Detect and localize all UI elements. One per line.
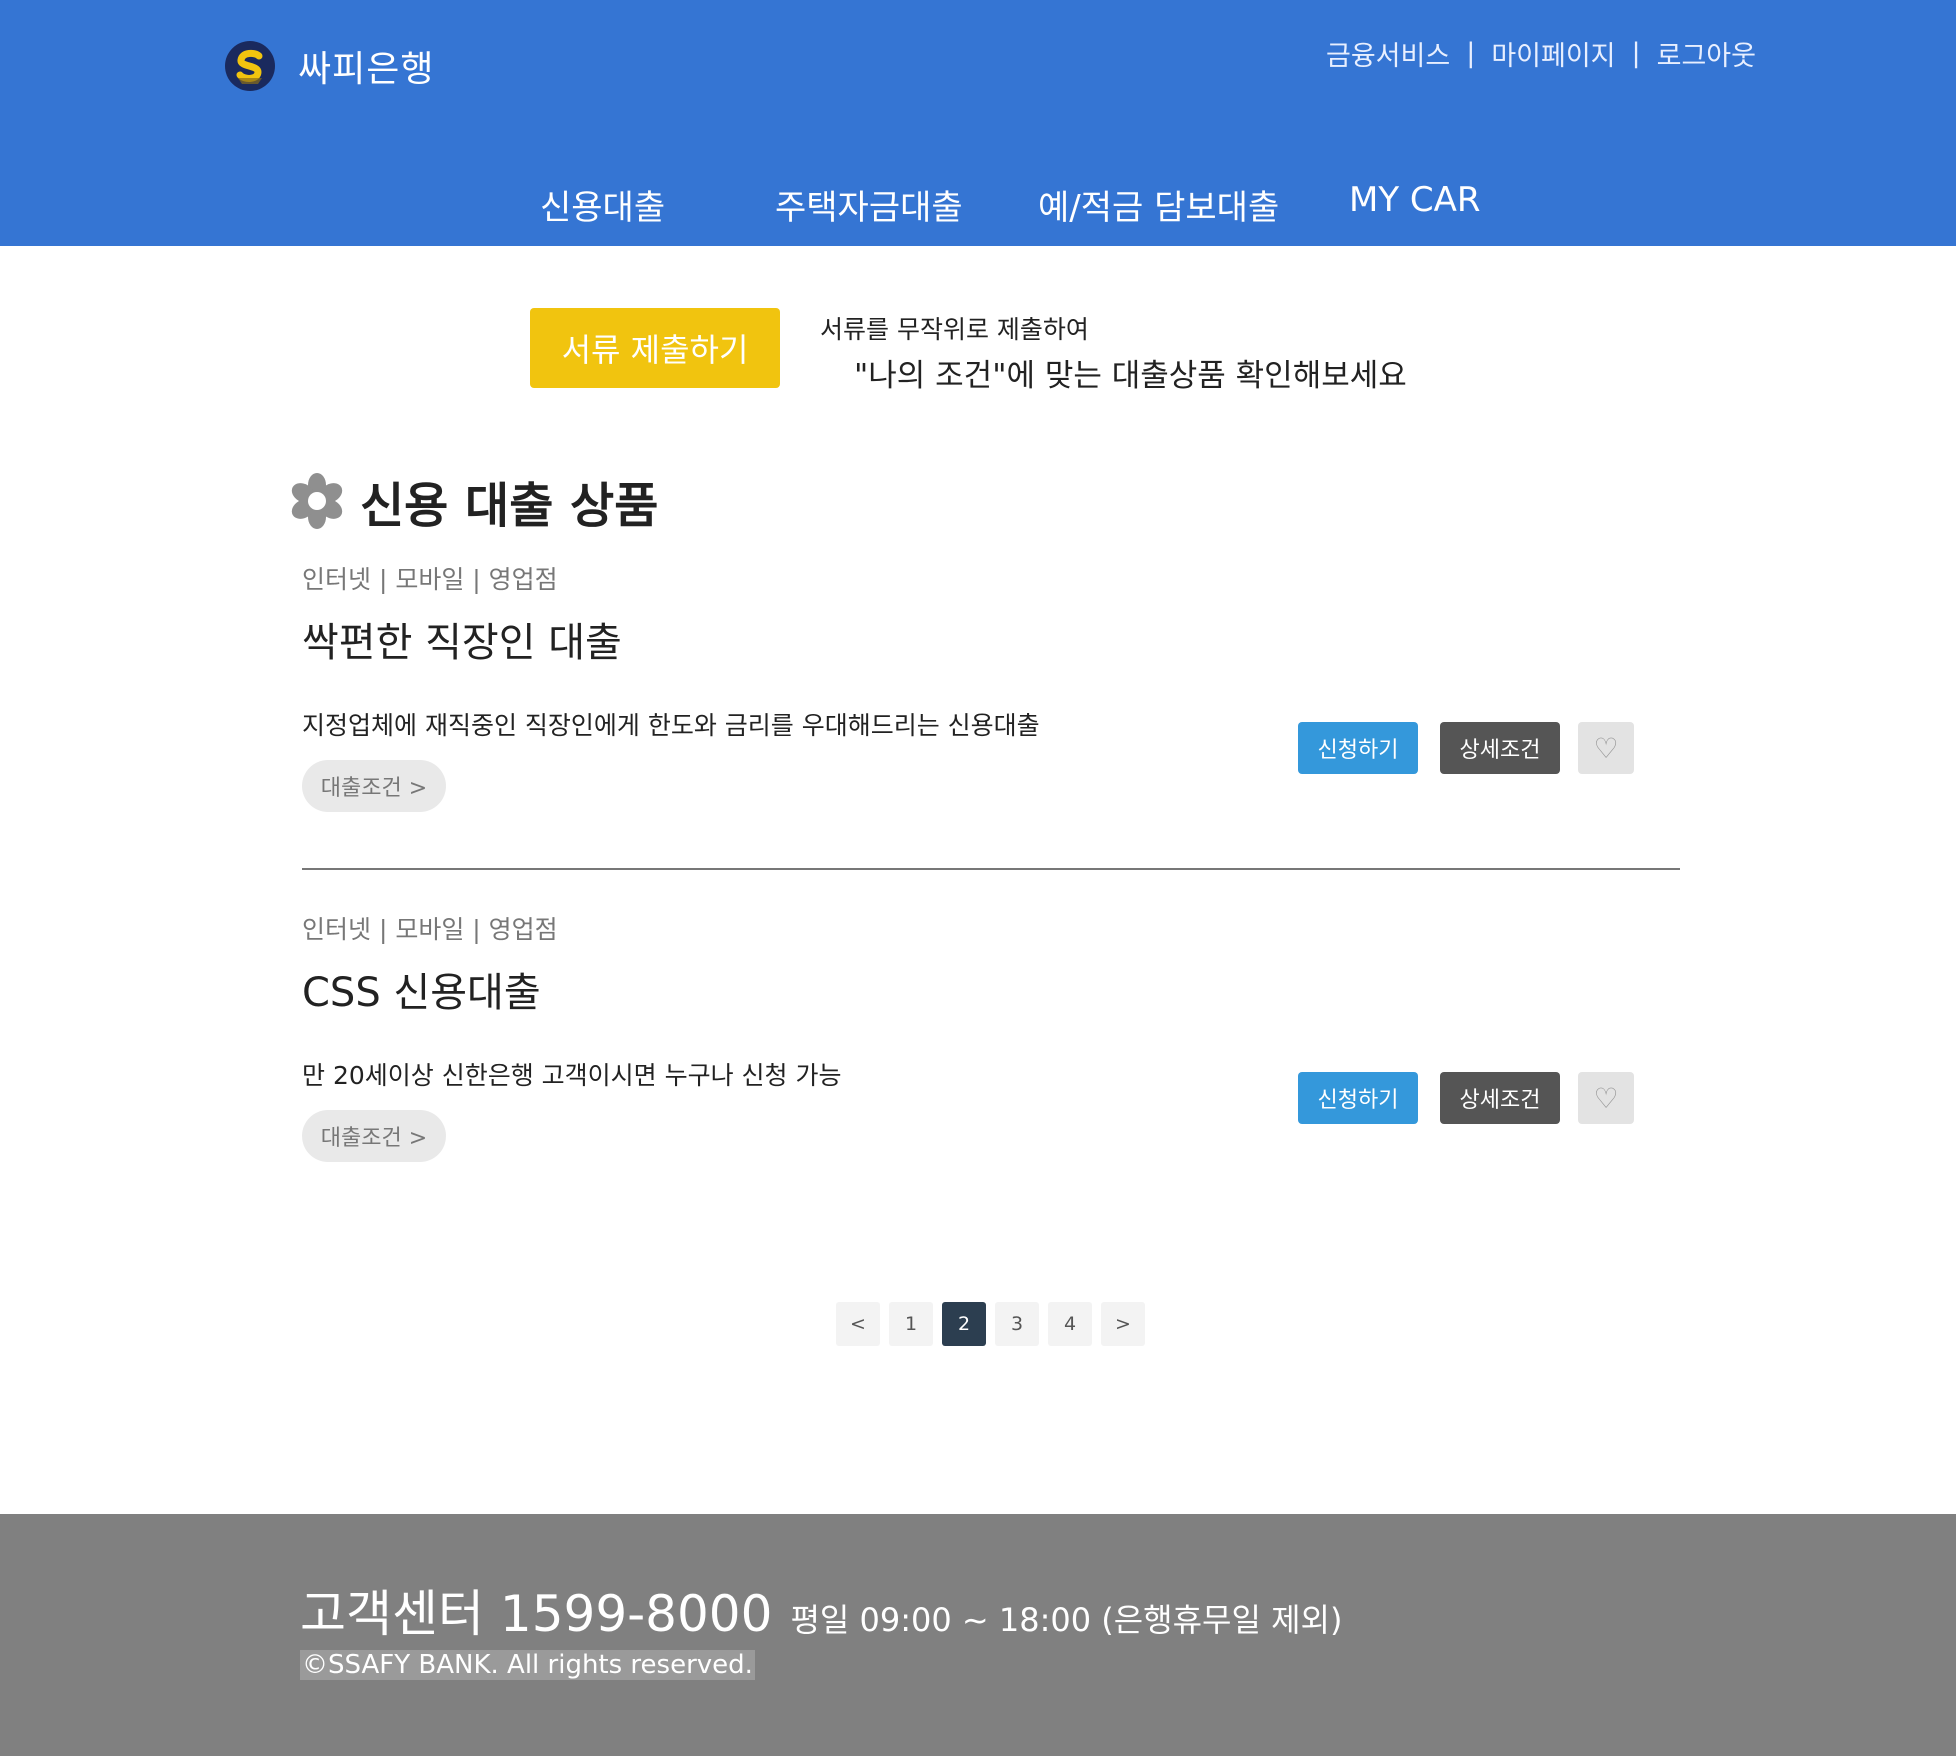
nav-item-deposit-secured-loan[interactable]: 예/적금 담보대출 <box>1038 180 1279 229</box>
product-name: CSS 신용대출 <box>302 970 541 1016</box>
util-link-mypage[interactable]: 마이페이지 <box>1491 34 1615 73</box>
utility-nav: 금융서비스 | 마이페이지 | 로그아웃 <box>1326 34 1756 73</box>
page-button-1[interactable]: 1 <box>889 1302 933 1346</box>
next-page-button[interactable]: > <box>1101 1302 1145 1346</box>
product-card: 인터넷 | 모바일 | 영업점 CSS 신용대출 만 20세이상 신한은행 고객… <box>302 910 1682 1180</box>
ssafy-bank-logo-icon <box>225 41 275 91</box>
brand-name: 싸피은행 <box>298 49 435 90</box>
heart-icon[interactable]: ♡ <box>1578 1072 1634 1124</box>
site-footer: 고객센터 1599-8000 평일 09:00 ~ 18:00 (은행휴무일 제… <box>0 1514 1956 1756</box>
copyright-text: ©SSAFY BANK. All rights reserved. <box>300 1650 755 1680</box>
util-separator: | <box>1631 38 1641 69</box>
product-description: 만 20세이상 신한은행 고객이시면 누구나 신청 가능 <box>302 1061 842 1090</box>
brand-logo[interactable]: 싸피은행 <box>224 40 434 92</box>
main-nav: 신용대출 주택자금대출 예/적금 담보대출 MY CAR <box>0 180 1956 230</box>
customer-center-hours: 평일 09:00 ~ 18:00 (은행휴무일 제외) <box>790 1601 1343 1639</box>
product-divider <box>302 868 1680 870</box>
util-separator: | <box>1466 38 1476 69</box>
nav-item-my-car[interactable]: MY CAR <box>1349 180 1481 220</box>
site-header: 싸피은행 금융서비스 | 마이페이지 | 로그아웃 신용대출 주택자금대출 예/… <box>0 0 1956 246</box>
nav-item-housing-loan[interactable]: 주택자금대출 <box>775 180 963 229</box>
page-button-4[interactable]: 4 <box>1048 1302 1092 1346</box>
product-channels: 인터넷 | 모바일 | 영업점 <box>302 915 558 944</box>
product-card: 인터넷 | 모바일 | 영업점 싹편한 직장인 대출 지정업체에 재직중인 직장… <box>302 560 1682 830</box>
detail-conditions-button[interactable]: 상세조건 <box>1440 1072 1560 1124</box>
product-name: 싹편한 직장인 대출 <box>302 620 622 666</box>
heart-icon[interactable]: ♡ <box>1578 722 1634 774</box>
loan-conditions-button[interactable]: 대출조건 > <box>302 1110 446 1162</box>
section-title-text: 신용 대출 상품 <box>360 478 659 534</box>
page-button-3[interactable]: 3 <box>995 1302 1039 1346</box>
flower-icon <box>291 473 343 529</box>
pagination: < 1 2 3 4 > <box>836 1302 1154 1346</box>
apply-button[interactable]: 신청하기 <box>1298 1072 1418 1124</box>
loan-conditions-button[interactable]: 대출조건 > <box>302 760 446 812</box>
util-link-financial-services[interactable]: 금융서비스 <box>1326 34 1450 73</box>
nav-item-credit-loan[interactable]: 신용대출 <box>540 180 665 229</box>
util-link-logout[interactable]: 로그아웃 <box>1657 34 1756 73</box>
promo-text-line2: "나의 조건"에 맞는 대출상품 확인해보세요 <box>854 358 1407 394</box>
customer-center-phone: 고객센터 1599-8000 <box>300 1585 773 1643</box>
apply-button[interactable]: 신청하기 <box>1298 722 1418 774</box>
prev-page-button[interactable]: < <box>836 1302 880 1346</box>
customer-center: 고객센터 1599-8000 평일 09:00 ~ 18:00 (은행휴무일 제… <box>300 1574 1342 1646</box>
submit-documents-button[interactable]: 서류 제출하기 <box>530 308 780 388</box>
product-description: 지정업체에 재직중인 직장인에게 한도와 금리를 우대해드리는 신용대출 <box>302 711 1040 740</box>
section-title: 신용 대출 상품 <box>290 466 658 536</box>
page-button-2-current[interactable]: 2 <box>942 1302 986 1346</box>
promo-text-line1: 서류를 무작위로 제출하여 <box>820 315 1089 344</box>
detail-conditions-button[interactable]: 상세조건 <box>1440 722 1560 774</box>
product-channels: 인터넷 | 모바일 | 영업점 <box>302 565 558 594</box>
